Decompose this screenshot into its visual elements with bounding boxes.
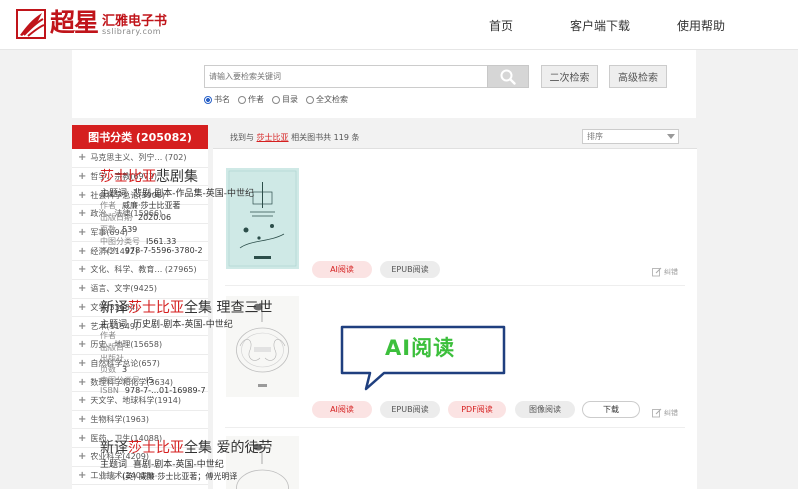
plus-icon[interactable]: + [78, 339, 86, 350]
epub-read-button[interactable]: EPUB阅读 [380, 261, 440, 278]
radio-title[interactable]: 书名 [204, 94, 230, 105]
book-title-2[interactable]: 新译莎士比亚全集 理查三世 [100, 297, 272, 317]
radio-dot-icon [204, 95, 212, 104]
plus-icon[interactable]: + [78, 246, 86, 257]
book-pages-1: 页数 539 [100, 225, 138, 234]
radio-fulltext[interactable]: 全文检索 [306, 94, 348, 105]
plus-icon[interactable]: + [78, 433, 86, 444]
edit-icon [652, 408, 662, 418]
report-error-link[interactable]: 纠错 [652, 267, 678, 277]
category-item[interactable]: + 历史、地理(15658) [72, 336, 208, 355]
book-publisher-2: 出版社 [100, 354, 124, 363]
book-author-1: 作者 威廉·莎士比亚著 [100, 201, 181, 210]
radio-dot-icon [272, 95, 280, 104]
radio-author[interactable]: 作者 [238, 94, 264, 105]
second-search-button[interactable]: 二次检索 [541, 65, 598, 88]
book-pages-2: 页数 3 [100, 365, 128, 374]
book-clc-2: 中图分类号 I5 [100, 376, 154, 385]
ai-read-button[interactable]: AI阅读 [312, 401, 372, 418]
book-title-3[interactable]: 新译莎士比亚全集 爱的徒劳 [100, 437, 272, 457]
plus-icon[interactable]: + [78, 302, 86, 313]
search-button[interactable] [487, 65, 529, 88]
divider [225, 427, 685, 428]
book-date-1: 出版日期 2020.06 [100, 213, 172, 222]
callout-text: AI阅读 [385, 336, 456, 360]
radio-dot-icon [306, 95, 314, 104]
epub-read-button[interactable]: EPUB阅读 [380, 401, 440, 418]
plus-icon[interactable]: + [78, 395, 86, 406]
report-error-link[interactable]: 纠错 [652, 408, 678, 418]
plus-icon[interactable]: + [78, 414, 86, 425]
chevron-down-icon [667, 134, 675, 139]
category-item[interactable]: + 自然科学总论(657) [72, 355, 208, 374]
plus-icon[interactable]: + [78, 321, 86, 332]
edit-icon [652, 267, 662, 277]
category-item[interactable]: + 语言、文字(9425) [72, 280, 208, 299]
category-item[interactable]: + 生物科学(1963) [72, 411, 208, 430]
sidebar-title: 图书分类 (205082) [72, 125, 208, 149]
plus-icon[interactable]: + [78, 283, 86, 294]
result-count-text: 找到与 莎士比亚 相关图书共 119 条 [230, 133, 360, 142]
plus-icon[interactable]: + [78, 451, 86, 462]
book-author-2: 作者 [100, 331, 116, 340]
search-input[interactable] [204, 65, 488, 88]
plus-icon[interactable]: + [78, 377, 86, 388]
book-subject-3: 主题词 喜剧-剧本-英国-中世纪 [100, 460, 224, 470]
book-author-3: 作者 (英) 威廉·莎士比亚著；傅光明译 [100, 472, 238, 481]
plus-icon[interactable]: + [78, 171, 86, 182]
book-isbn-2: ISBN 978-7-…01-16989-7 [100, 386, 206, 395]
nav-help[interactable]: 使用帮助 [677, 17, 725, 34]
plus-icon[interactable]: + [78, 208, 86, 219]
radio-toc[interactable]: 目录 [272, 94, 298, 105]
pdf-read-button[interactable]: PDF阅读 [448, 401, 506, 418]
category-item[interactable]: + 文化、科学、教育… (27965) [72, 261, 208, 280]
category-item[interactable]: + 马克思主义、列宁… (702) [72, 149, 208, 168]
advanced-search-button[interactable]: 高级检索 [609, 65, 667, 88]
search-icon [500, 69, 516, 85]
sort-select[interactable]: 排序 [582, 129, 679, 144]
download-button[interactable]: 下载 [582, 401, 640, 418]
book-cover-1[interactable] [226, 168, 299, 269]
logo-calligraphy[interactable]: 超星 [50, 6, 99, 40]
plus-icon[interactable]: + [78, 152, 86, 163]
ai-read-button[interactable]: AI阅读 [312, 261, 372, 278]
radio-dot-icon [238, 95, 246, 104]
book-subject-2: 主题词 历史剧-剧本-英国-中世纪 [100, 320, 233, 330]
book-isbn-1: ISBN 978-7-5596-3780-2 [100, 246, 203, 255]
divider [225, 285, 685, 286]
result-keyword[interactable]: 莎士比亚 [257, 133, 289, 142]
top-header: 超星 汇雅电子书 sslibrary.com 首页 客户端下载 使用帮助 [0, 0, 798, 50]
plus-icon[interactable]: + [78, 264, 86, 275]
search-field-options: 书名 作者 目录 全文检索 [204, 94, 348, 105]
book-title-1[interactable]: 莎士比亚悲剧集 [100, 166, 198, 186]
plus-icon[interactable]: + [78, 190, 86, 201]
nav-home[interactable]: 首页 [489, 17, 513, 34]
brand-url: sslibrary.com [102, 27, 162, 36]
book-subject-1: 主题词 悲剧-剧本-作品集-英国-中世纪 [100, 189, 255, 199]
book-date-2: 出版日 [100, 343, 124, 352]
plus-icon[interactable]: + [78, 470, 86, 481]
plus-icon[interactable]: + [78, 358, 86, 369]
superstar-logo-icon[interactable] [16, 9, 46, 39]
image-read-button[interactable]: 图像阅读 [515, 401, 575, 418]
plus-icon[interactable]: + [78, 227, 86, 238]
nav-client-download[interactable]: 客户端下载 [570, 17, 630, 34]
